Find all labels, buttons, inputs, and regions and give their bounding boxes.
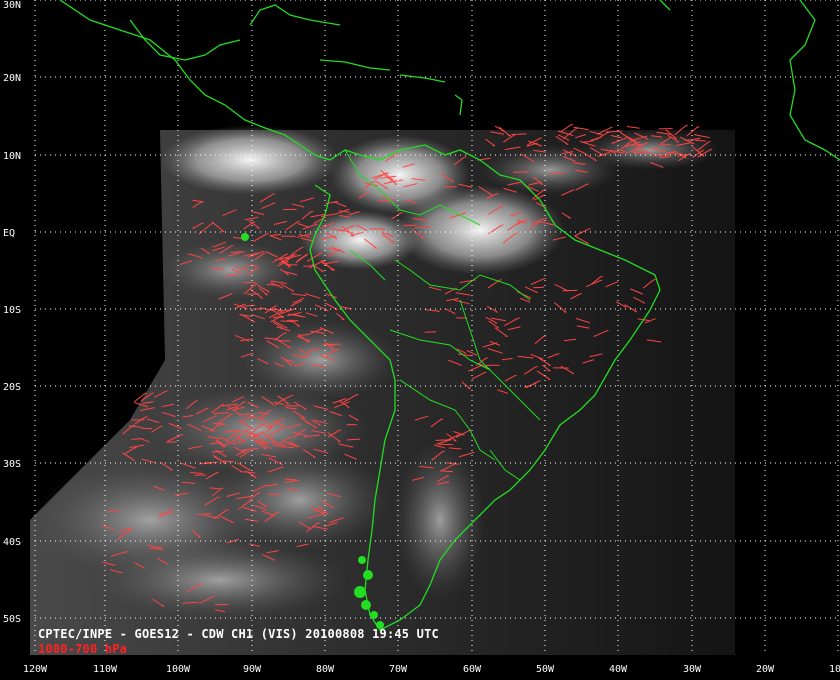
- latitude-label: 20S: [3, 382, 21, 393]
- longitude-label: 50W: [536, 664, 555, 675]
- longitude-label: 10W: [829, 664, 840, 675]
- longitude-label: 40W: [609, 664, 628, 675]
- longitude-label: 20W: [756, 664, 775, 675]
- longitude-label: 90W: [243, 664, 262, 675]
- product-title: CPTEC/INPE - GOES12 - CDW CH1 (VIS) 2010…: [38, 627, 439, 641]
- satellite-wind-map: 30N 20N 10N EQ 10S 20S 30S 40S 50S 120W 110W 100W 9…: [0, 0, 840, 680]
- latitude-label: 30S: [3, 459, 21, 470]
- latitude-label: 10S: [3, 305, 21, 316]
- latitude-label: 20N: [3, 73, 21, 84]
- wind-barb: [369, 228, 386, 230]
- latitude-label: EQ: [3, 228, 15, 239]
- longitude-label: 70W: [389, 664, 408, 675]
- longitude-label: 80W: [316, 664, 335, 675]
- wind-barb: [435, 439, 452, 441]
- wind-barb: [166, 441, 177, 443]
- longitude-label: 60W: [463, 664, 482, 675]
- wind-barb: [424, 331, 437, 333]
- wind-barb: [230, 251, 245, 253]
- latitude-label: 10N: [3, 151, 21, 162]
- latitude-label: 30N: [3, 0, 21, 11]
- wind-barb: [131, 419, 145, 421]
- wind-barb: [284, 478, 297, 481]
- longitude-label: 110W: [93, 664, 118, 675]
- longitude-label: 120W: [23, 664, 48, 675]
- longitude-label: 30W: [683, 664, 702, 675]
- longitude-label: 100W: [166, 664, 191, 675]
- latitude-label: 40S: [3, 537, 21, 548]
- wind-barb: [511, 133, 527, 135]
- pressure-level-label: 1000-700 hPa: [38, 642, 128, 656]
- latitude-label: 50S: [3, 614, 21, 625]
